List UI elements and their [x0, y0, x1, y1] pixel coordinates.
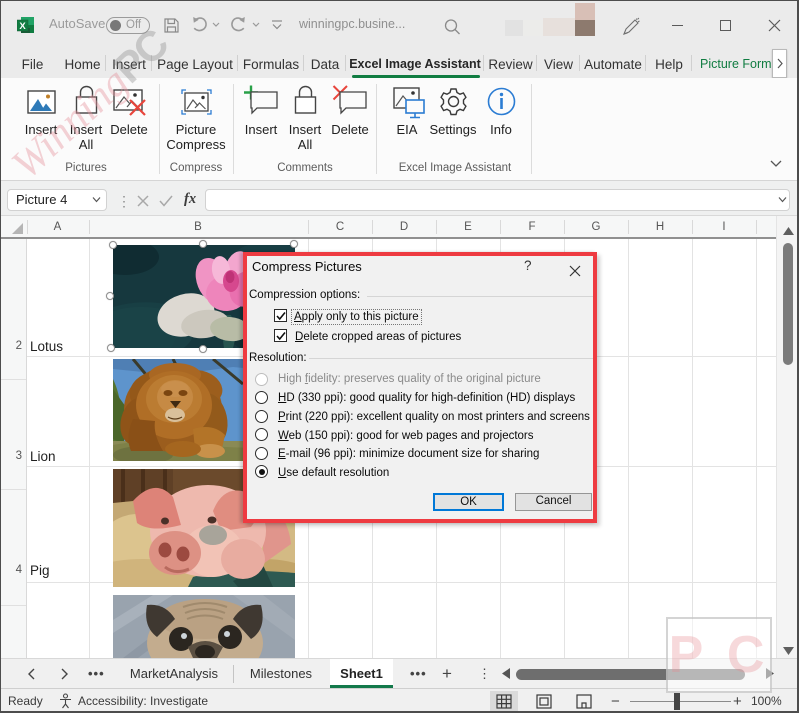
svg-text:X: X	[19, 21, 26, 32]
